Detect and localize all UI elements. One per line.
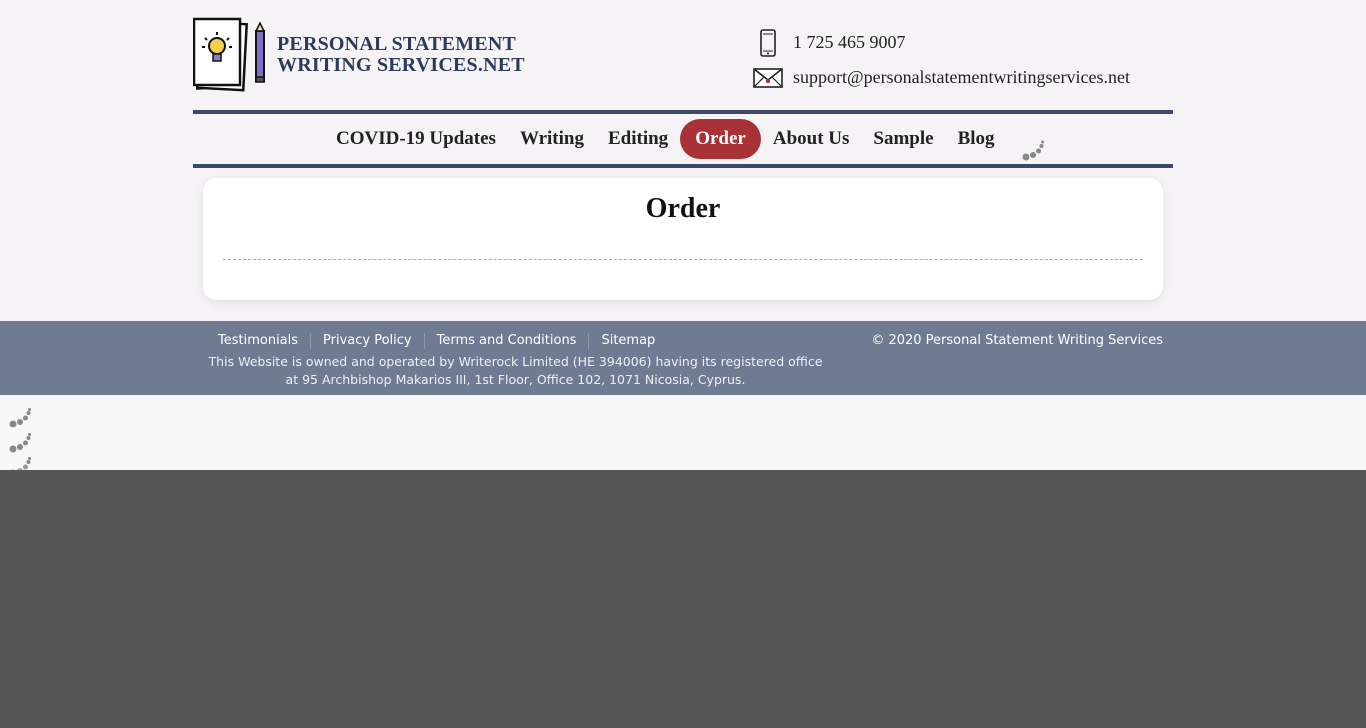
main-navigation: COVID-19 Updates Writing Editing Order A… <box>193 110 1173 168</box>
copyright-text: © 2020 Personal Statement Writing Servic… <box>871 333 1163 348</box>
nav-item-sample[interactable]: Sample <box>861 119 945 159</box>
site-logo[interactable]: PERSONAL STATEMENT WRITING SERVICES.NET <box>193 17 525 93</box>
logo-icon <box>193 17 266 92</box>
nav-items: COVID-19 Updates Writing Editing Order A… <box>324 119 1007 159</box>
footer-link-privacy-policy[interactable]: Privacy Policy <box>310 333 424 349</box>
footer-link-sitemap[interactable]: Sitemap <box>588 333 667 349</box>
email-row[interactable]: support@personalstatementwritingservices… <box>753 60 1130 95</box>
phone-number[interactable]: 1 725 465 9007 <box>793 32 906 53</box>
ownership-text: This Website is owned and operated by Wr… <box>208 354 823 387</box>
nav-item-writing[interactable]: Writing <box>508 119 596 159</box>
footer-link-terms[interactable]: Terms and Conditions <box>423 333 589 349</box>
logo-line-2: WRITING SERVICES.NET <box>277 54 525 76</box>
phone-icon <box>753 28 783 57</box>
phone-row[interactable]: 1 725 465 9007 <box>753 25 1130 60</box>
loading-spinner-icon <box>11 457 31 470</box>
nav-item-about-us[interactable]: About Us <box>761 119 862 159</box>
loading-spinner-icon <box>9 433 31 453</box>
content-card: Order <box>203 178 1163 300</box>
footer-link-testimonials[interactable]: Testimonials <box>206 333 310 349</box>
site-header: PERSONAL STATEMENT WRITING SERVICES.NET … <box>193 17 1173 109</box>
email-address[interactable]: support@personalstatementwritingservices… <box>793 67 1130 88</box>
footer-links: Testimonials Privacy Policy Terms and Co… <box>206 333 667 349</box>
loading-spinner-icon <box>9 408 31 428</box>
loading-spinner-icon <box>1022 140 1044 161</box>
nav-item-covid-updates[interactable]: COVID-19 Updates <box>324 119 508 159</box>
email-icon <box>753 67 783 88</box>
nav-item-editing[interactable]: Editing <box>596 119 680 159</box>
divider <box>223 259 1143 260</box>
page-title: Order <box>645 193 721 224</box>
site-footer: Testimonials Privacy Policy Terms and Co… <box>0 321 1366 395</box>
logo-line-1: PERSONAL STATEMENT <box>277 33 517 55</box>
logo-text: PERSONAL STATEMENT WRITING SERVICES.NET <box>277 34 525 76</box>
loader-area <box>0 395 1366 470</box>
nav-item-blog[interactable]: Blog <box>946 119 1007 159</box>
nav-item-order[interactable]: Order <box>680 119 761 159</box>
contact-info: 1 725 465 9007 support@personalstatement… <box>753 25 1130 95</box>
